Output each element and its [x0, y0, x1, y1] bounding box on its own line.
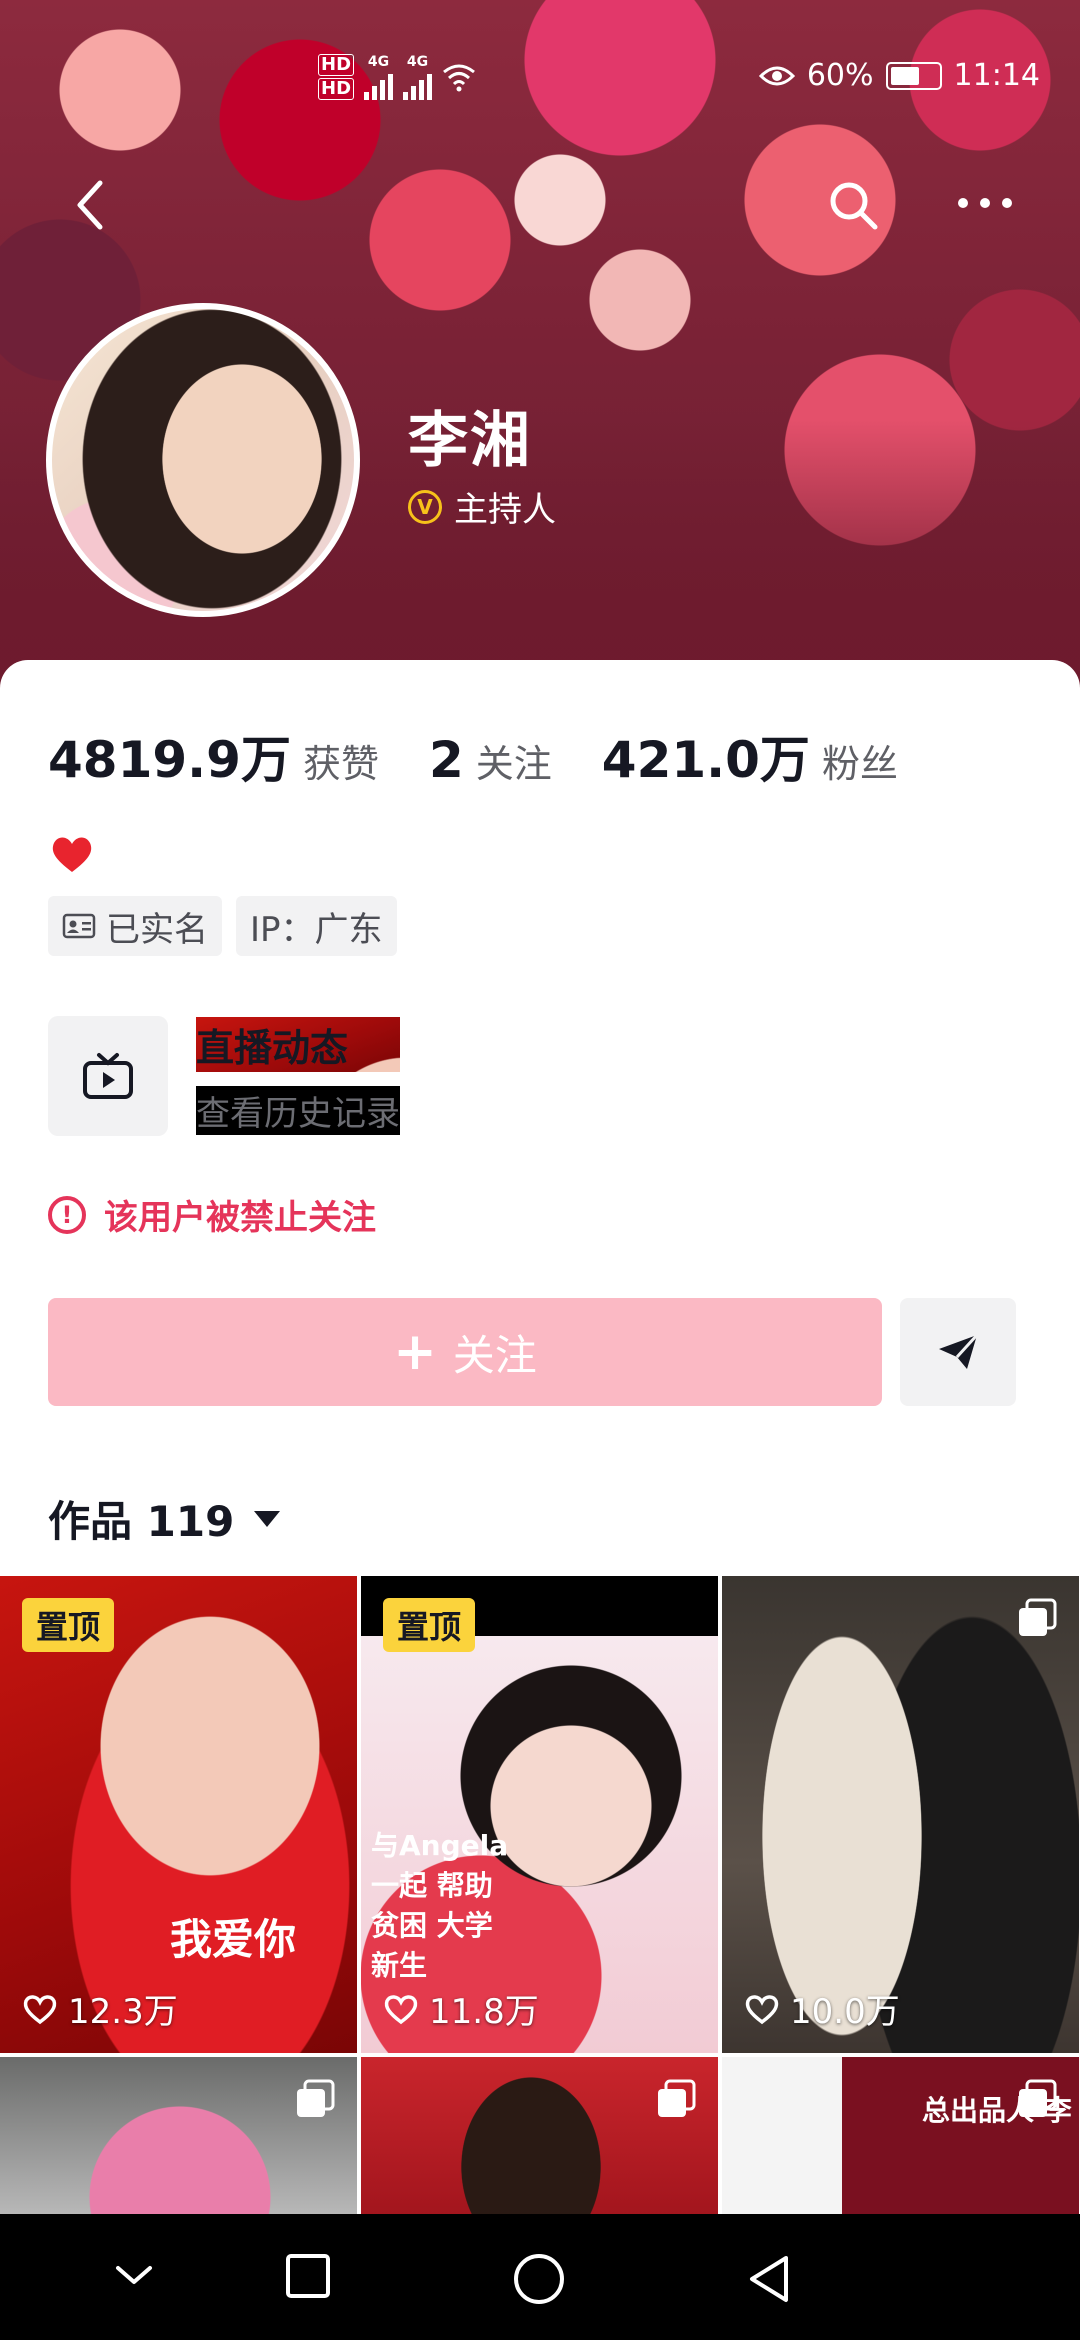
back-triangle-icon[interactable] — [744, 2252, 794, 2306]
live-subtitle: 查看历史记录 — [196, 1086, 400, 1135]
stat-label: 粉丝 — [821, 742, 898, 786]
eye-icon — [758, 66, 795, 85]
battery-icon — [885, 61, 942, 90]
signal-icon — [364, 70, 394, 100]
like-count: 12.3万 — [22, 1984, 178, 2033]
chevron-down-icon[interactable] — [112, 2260, 156, 2290]
profile-name: 李湘 — [408, 406, 532, 476]
status-bar: HD HD 4G 4G 60% 11:14 — [0, 50, 1080, 110]
warning-icon: ! — [48, 1195, 86, 1234]
more-options-button[interactable] — [955, 195, 1015, 215]
battery-percent: 60% — [806, 58, 874, 93]
tag-label: IP：广东 — [250, 909, 383, 950]
multi-image-icon — [658, 2079, 696, 2117]
multi-image-icon — [1019, 2079, 1057, 2117]
verified-badge-icon: V — [408, 489, 442, 524]
stat-value: 2 — [428, 731, 464, 789]
stat-value: 4819.9万 — [48, 731, 291, 789]
home-icon[interactable] — [512, 2252, 566, 2306]
pinned-badge: 置顶 — [383, 1598, 476, 1652]
ban-text: 该用户被禁止关注 — [104, 1198, 376, 1238]
hd-indicator: HD — [318, 54, 355, 76]
like-count-text: 12.3万 — [68, 1992, 178, 2032]
video-tile[interactable] — [361, 2057, 718, 2217]
tv-play-icon — [83, 1053, 133, 1099]
multi-image-icon — [1019, 1598, 1057, 1636]
wifi-icon — [443, 64, 475, 92]
heart-outline-icon — [745, 1994, 779, 2024]
avatar[interactable] — [46, 303, 360, 617]
signal-icon — [403, 70, 433, 100]
follow-ban-notice: ! 该用户被禁止关注 — [48, 1190, 376, 1239]
heart-outline-icon — [384, 1994, 418, 2024]
top-nav — [0, 175, 1080, 245]
verification: V 主持人 — [408, 482, 556, 531]
stat-value: 421.0万 — [601, 731, 810, 789]
recent-apps-icon[interactable] — [284, 2252, 332, 2300]
send-message-button[interactable] — [900, 1298, 1016, 1406]
like-count-text: 11.8万 — [429, 1992, 539, 2032]
like-count-text: 10.0万 — [790, 1992, 900, 2032]
back-button[interactable] — [70, 175, 130, 245]
search-button[interactable] — [825, 177, 885, 237]
video-tile[interactable]: 置顶 与Angela 一起 帮助贫困 大学新生 11.8万 — [361, 1576, 718, 2053]
hd-indicator: HD — [318, 78, 355, 100]
real-name-tag: 已实名 — [48, 896, 222, 956]
live-icon-box — [48, 1016, 168, 1136]
follow-button[interactable]: + 关注 — [48, 1298, 882, 1406]
stat-likes: 4819.9万 获赞 — [48, 720, 379, 792]
system-nav-bar — [0, 2214, 1080, 2340]
tag-label: 已实名 — [106, 909, 208, 950]
search-icon — [830, 182, 878, 230]
like-count: 10.0万 — [744, 1984, 900, 2033]
like-count: 11.8万 — [383, 1984, 539, 2033]
paper-plane-icon — [939, 1333, 979, 1369]
video-tile[interactable]: 总出品人 李 — [722, 2057, 1079, 2217]
network-type: 4G — [406, 54, 429, 70]
live-title: 直播动态 — [196, 1017, 400, 1072]
profile-stats: 4819.9万 获赞 2 关注 421.0万 粉丝 — [48, 720, 948, 792]
ip-location-tag: IP：广东 — [236, 896, 397, 956]
stat-label: 关注 — [475, 742, 552, 786]
video-tile[interactable]: 置顶 我爱你 12.3万 — [0, 1576, 357, 2053]
pinned-badge: 置顶 — [22, 1598, 115, 1652]
id-card-icon — [62, 913, 96, 939]
video-overlay-text: 与Angela 一起 帮助贫困 大学新生 — [371, 1829, 509, 1982]
network-type: 4G — [367, 54, 390, 70]
chevron-left-icon — [77, 180, 103, 230]
works-tab[interactable]: 作品 119 — [48, 1488, 281, 1549]
stat-label: 获赞 — [302, 742, 379, 786]
profile-tags: 已实名 IP：广东 — [48, 896, 397, 956]
plus-icon: + — [393, 1322, 437, 1382]
video-tile[interactable] — [0, 2057, 357, 2217]
works-label: 作品 119 — [48, 1497, 235, 1546]
video-overlay-text: 我爱你 — [170, 1915, 297, 1964]
live-history-entry[interactable]: 直播动态 查看历史记录 — [48, 1016, 400, 1136]
multi-image-icon — [297, 2079, 335, 2117]
follow-label: 关注 — [452, 1330, 537, 1380]
heart-icon — [52, 837, 92, 872]
video-tile[interactable]: 10.0万 — [722, 1576, 1079, 2053]
heart-outline-icon — [23, 1994, 57, 2024]
verified-title: 主持人 — [454, 490, 556, 530]
stat-following[interactable]: 2 关注 — [429, 731, 552, 789]
stat-fans[interactable]: 421.0万 粉丝 — [602, 720, 898, 792]
more-dots-icon — [958, 198, 1012, 208]
caret-down-icon — [254, 1510, 281, 1527]
clock: 11:14 — [953, 58, 1040, 93]
